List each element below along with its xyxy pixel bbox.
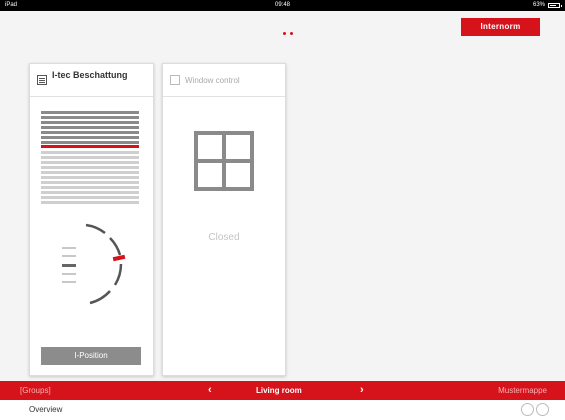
page-indicator[interactable] [283, 32, 293, 35]
slat [41, 126, 139, 129]
window-icon[interactable] [194, 131, 254, 191]
slat-indicator [62, 255, 76, 257]
dial-arc-segment [85, 223, 106, 235]
card-title: Window control [185, 76, 240, 85]
current-room-title: Living room [256, 386, 302, 395]
page-dot [283, 32, 286, 35]
slat [41, 136, 139, 139]
dial-handle [112, 254, 126, 262]
slat-indicator [62, 247, 76, 249]
slat [41, 176, 139, 179]
slat-angle-dial[interactable] [52, 219, 134, 309]
slat-indicator [62, 281, 76, 283]
ipad-app-screen: iPad 09:48 63% Internorm I-tec Beschattu… [0, 0, 565, 420]
slat [41, 141, 139, 144]
slat [41, 171, 139, 174]
dial-arc-segment [109, 237, 122, 256]
card-header: Window control [163, 64, 285, 97]
slat [41, 131, 139, 134]
blind-icon [37, 75, 47, 85]
groups-link[interactable]: [Groups] [20, 381, 51, 400]
slat-indicator [62, 273, 76, 275]
window-small-icon [170, 75, 180, 85]
slat [41, 196, 139, 199]
slat [41, 186, 139, 189]
battery-status: 63% [532, 0, 562, 11]
settings-icon[interactable] [521, 403, 534, 416]
room-navigation-bar: [Groups] ‹ Living room › Mustermappe [0, 381, 565, 400]
slat [41, 121, 139, 124]
slat [41, 201, 139, 204]
slat [41, 151, 139, 154]
battery-percent: 63% [532, 2, 545, 8]
slat [41, 156, 139, 159]
window-control-card[interactable]: Window control Closed [162, 63, 286, 376]
footer-bar: Overview [0, 400, 565, 420]
card-title: I-tec Beschattung [52, 70, 128, 80]
footer-icons [521, 403, 549, 416]
main-content: Internorm I-tec Beschattung I-Position W… [0, 11, 565, 381]
window-state-label: Closed [208, 232, 240, 243]
chevron-left-icon[interactable]: ‹ [208, 381, 212, 400]
home-icon[interactable] [536, 403, 549, 416]
dial-arc-segment [113, 263, 123, 286]
slat [41, 111, 139, 114]
clock: 09:48 [274, 2, 290, 8]
internorm-logo: Internorm [461, 18, 540, 36]
slat [41, 161, 139, 164]
card-header: I-tec Beschattung [30, 64, 153, 97]
battery-icon [548, 3, 562, 8]
page-dot [290, 32, 293, 35]
i-position-button[interactable]: I-Position [41, 347, 141, 365]
status-bar: iPad 09:48 63% [0, 0, 565, 11]
blind-position-marker [41, 145, 139, 148]
slat [41, 116, 139, 119]
chevron-right-icon[interactable]: › [360, 381, 364, 400]
shading-control-card[interactable]: I-tec Beschattung I-Position [29, 63, 154, 376]
folder-link[interactable]: Mustermappe [498, 381, 547, 400]
slat [41, 181, 139, 184]
slat [41, 191, 139, 194]
slat-indicator-active [62, 264, 76, 267]
slat [41, 166, 139, 169]
blind-position-graphic[interactable] [41, 111, 139, 206]
overview-link[interactable]: Overview [29, 405, 62, 414]
dial-arc-segment [89, 290, 111, 305]
